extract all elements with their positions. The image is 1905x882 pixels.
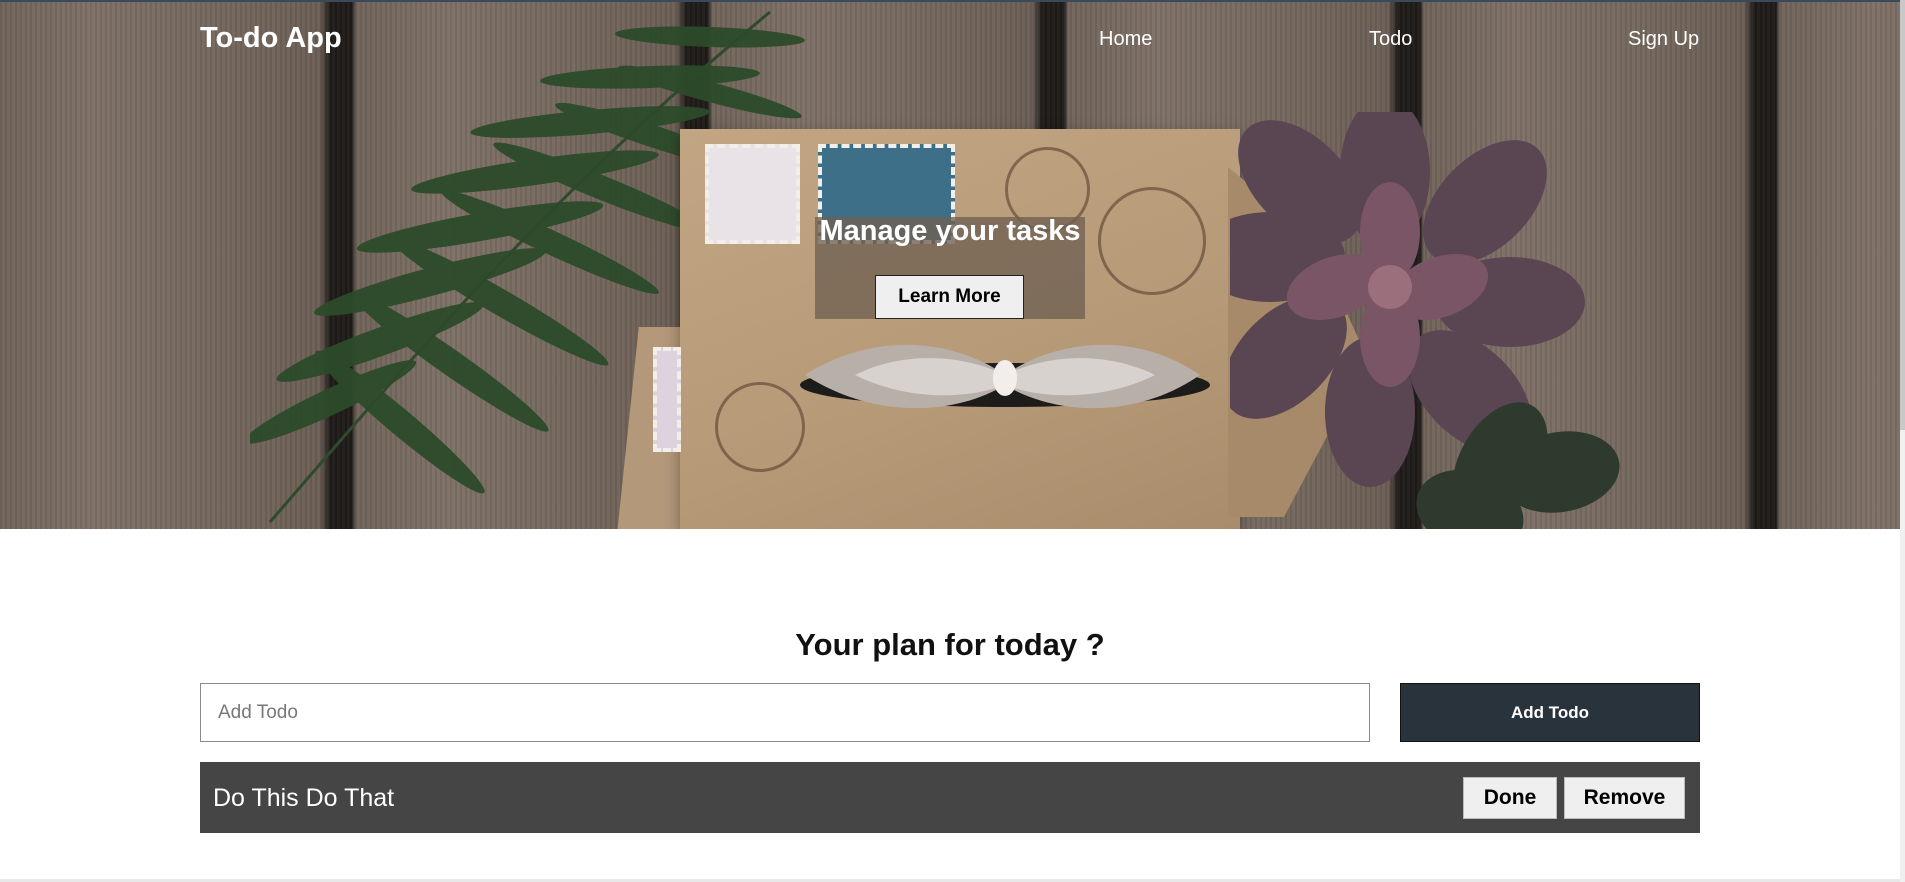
nav-link-home[interactable]: Home bbox=[1099, 28, 1152, 51]
todo-item: Do This Do That Done Remove bbox=[200, 762, 1700, 833]
add-todo-input[interactable] bbox=[200, 683, 1370, 742]
brooch-image bbox=[800, 344, 1210, 409]
postage-stamp-image bbox=[705, 144, 800, 244]
page-heading: Your plan for today ? bbox=[795, 627, 1105, 662]
learn-more-button[interactable]: Learn More bbox=[875, 275, 1024, 319]
page-scrollbar[interactable] bbox=[1900, 0, 1905, 882]
add-todo-button[interactable]: Add Todo bbox=[1400, 683, 1700, 742]
hero-title: Manage your tasks bbox=[819, 215, 1081, 247]
scrollbar-thumb[interactable] bbox=[1900, 0, 1905, 430]
postmark-image bbox=[1098, 187, 1206, 295]
succulent-image bbox=[1230, 112, 1620, 529]
postage-stamp-image bbox=[653, 347, 681, 452]
express-postmark-image bbox=[715, 382, 805, 472]
todo-item-text: Do This Do That bbox=[213, 784, 395, 812]
remove-button[interactable]: Remove bbox=[1564, 777, 1685, 819]
hero-banner: To-do App Home Todo Sign Up Manage your … bbox=[0, 0, 1900, 529]
nav-link-sign-up[interactable]: Sign Up bbox=[1628, 28, 1699, 51]
nav-link-todo[interactable]: Todo bbox=[1369, 28, 1412, 51]
brand-logo[interactable]: To-do App bbox=[200, 22, 342, 55]
top-nav: To-do App Home Todo Sign Up bbox=[0, 2, 1900, 78]
done-button[interactable]: Done bbox=[1463, 777, 1557, 819]
